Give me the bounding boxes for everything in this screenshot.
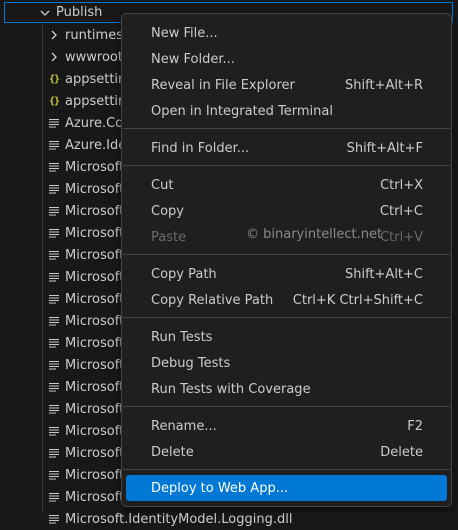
menu-copy-label: Copy: [151, 203, 184, 219]
menu-deploy-to-web-app[interactable]: Deploy to Web App...: [126, 475, 447, 501]
menu-find-in-folder-shortcut: Shift+Alt+F: [346, 140, 423, 156]
menu-find-in-folder-label: Find in Folder...: [151, 140, 250, 156]
json-file-icon: {}: [48, 73, 60, 85]
file-lines-icon: [47, 159, 61, 175]
menu-separator: [123, 469, 450, 470]
file-lines-icon: [47, 115, 61, 131]
menu-separator: [123, 165, 450, 166]
menu-cut-shortcut: Ctrl+X: [380, 177, 423, 193]
menu-copy-path[interactable]: Copy Path Shift+Alt+C: [126, 261, 447, 287]
file-lines-icon: [47, 445, 61, 461]
file-lines-icon: [47, 489, 61, 505]
menu-open-terminal-label: Open in Integrated Terminal: [151, 103, 333, 119]
file-lines-icon: [47, 335, 61, 351]
menu-open-integrated-terminal[interactable]: Open in Integrated Terminal: [126, 98, 447, 124]
menu-separator: [123, 317, 450, 318]
menu-separator: [123, 406, 450, 407]
menu-copy-shortcut: Ctrl+C: [379, 203, 423, 219]
menu-rename-shortcut: F2: [407, 418, 423, 434]
menu-reveal-label: Reveal in File Explorer: [151, 77, 295, 93]
file-lines-icon: [47, 401, 61, 417]
file-lines-icon: [47, 291, 61, 307]
menu-copy-relative-path-shortcut: Ctrl+K Ctrl+Shift+C: [292, 292, 423, 308]
json-file-icon: {}: [48, 95, 60, 107]
chevron-right-icon[interactable]: [47, 49, 61, 65]
file-lines-icon: [47, 313, 61, 329]
menu-deploy-label: Deploy to Web App...: [151, 480, 289, 496]
tree-folder-label: Publish: [56, 5, 103, 20]
menu-delete-shortcut: Delete: [380, 444, 423, 460]
menu-run-tests-coverage-label: Run Tests with Coverage: [151, 381, 311, 397]
watermark-text: © binaryintellect.net: [246, 227, 383, 242]
menu-new-folder-label: New Folder...: [151, 51, 235, 67]
file-lines-icon: [47, 423, 61, 439]
menu-new-file-label: New File...: [151, 25, 218, 41]
menu-separator: [123, 254, 450, 255]
menu-rename-label: Rename...: [151, 418, 217, 434]
menu-paste-shortcut: Ctrl+V: [380, 229, 423, 245]
menu-run-tests-label: Run Tests: [151, 329, 213, 345]
menu-debug-tests-label: Debug Tests: [151, 355, 231, 371]
file-lines-icon: [47, 357, 61, 373]
menu-debug-tests[interactable]: Debug Tests: [126, 350, 447, 376]
file-lines-icon: [47, 203, 61, 219]
tree-item-label: Microsoft.IdentityModel.Logging.dll: [65, 511, 293, 527]
context-menu: New File... New Folder... Reveal in File…: [121, 13, 452, 507]
menu-copy-relative-path[interactable]: Copy Relative Path Ctrl+K Ctrl+Shift+C: [126, 287, 447, 313]
tree-item-label: runtimes: [65, 27, 123, 43]
file-lines-icon: [47, 467, 61, 483]
tree-item-label: wwwroot: [65, 49, 123, 65]
file-lines-icon: [47, 181, 61, 197]
file-lines-icon: [47, 225, 61, 241]
menu-rename[interactable]: Rename... F2: [126, 413, 447, 439]
chevron-right-icon[interactable]: [47, 27, 61, 43]
file-lines-icon: [47, 511, 61, 527]
file-lines-icon: [47, 379, 61, 395]
file-lines-icon: [47, 247, 61, 263]
menu-delete-label: Delete: [151, 444, 194, 460]
menu-cut[interactable]: Cut Ctrl+X: [126, 172, 447, 198]
menu-new-file[interactable]: New File...: [126, 20, 447, 46]
menu-copy-relative-path-label: Copy Relative Path: [151, 292, 274, 308]
menu-separator: [123, 128, 450, 129]
menu-copy[interactable]: Copy Ctrl+C: [126, 198, 447, 224]
menu-find-in-folder[interactable]: Find in Folder... Shift+Alt+F: [126, 135, 447, 161]
menu-run-tests[interactable]: Run Tests: [126, 324, 447, 350]
menu-cut-label: Cut: [151, 177, 174, 193]
menu-run-tests-with-coverage[interactable]: Run Tests with Coverage: [126, 376, 447, 402]
tree-file[interactable]: Microsoft.IdentityModel.Logging.dll: [0, 508, 458, 530]
file-lines-icon: [47, 137, 61, 153]
menu-reveal-in-file-explorer[interactable]: Reveal in File Explorer Shift+Alt+R: [126, 72, 447, 98]
menu-reveal-shortcut: Shift+Alt+R: [345, 77, 423, 93]
menu-new-folder[interactable]: New Folder...: [126, 46, 447, 72]
menu-delete[interactable]: Delete Delete: [126, 439, 447, 465]
file-lines-icon: [47, 269, 61, 285]
chevron-down-icon[interactable]: [38, 5, 52, 21]
menu-paste-label: Paste: [151, 229, 187, 245]
menu-copy-path-shortcut: Shift+Alt+C: [344, 266, 423, 282]
menu-copy-path-label: Copy Path: [151, 266, 217, 282]
